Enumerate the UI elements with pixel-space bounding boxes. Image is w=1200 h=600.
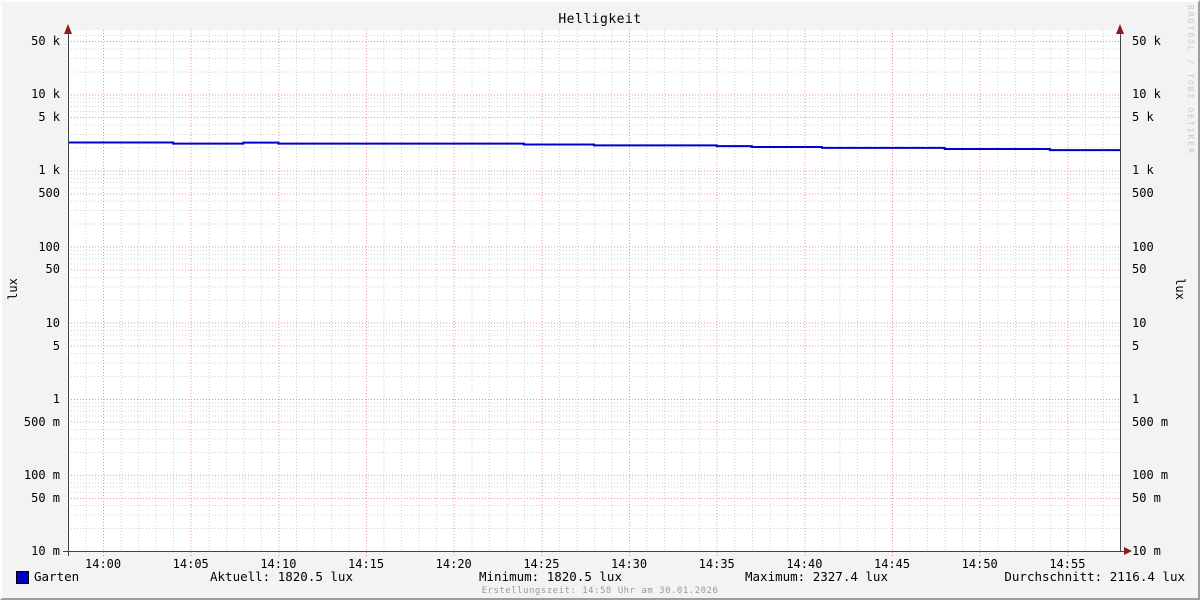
- y-tick-label: 1: [1132, 391, 1140, 406]
- rrdtool-graph: Helligkeit RRDTOOL / TOBI OETIKER 50 k 10…: [0, 0, 1200, 600]
- y-tick-label: 5: [52, 338, 60, 353]
- y-tick-label: 500: [38, 186, 60, 201]
- y-tick-label: 50 m: [1132, 490, 1161, 505]
- series-color-swatch: [16, 571, 29, 584]
- x-tick-label: 14:35: [698, 557, 735, 571]
- x-tick-label: 14:50: [961, 557, 998, 571]
- y-tick-label: 500 m: [1132, 414, 1169, 429]
- x-tick-label: 14:00: [85, 557, 122, 571]
- stat-minimum: Minimum: 1820.5 lux: [479, 569, 622, 584]
- y-tick-label: 500 m: [23, 414, 60, 429]
- x-tick-label: 14:20: [435, 557, 472, 571]
- stat-durchschnitt: Durchschnitt: 2116.4 lux: [1004, 569, 1185, 584]
- y-tick-label: 1: [52, 391, 60, 406]
- creation-timestamp: Erstellungszeit: 14:58 Uhr am 30.01.2026: [481, 586, 719, 596]
- y-tick-label: 1 k: [1132, 163, 1154, 178]
- y-axis-unit-left: lux: [6, 278, 20, 300]
- y-tick-label: 100: [38, 239, 60, 254]
- y-tick-label: 1 k: [38, 163, 60, 178]
- stat-maximum: Maximum: 2327.4 lux: [745, 569, 888, 584]
- y-tick-label: 50 k: [1132, 34, 1161, 49]
- series-label: Garten: [34, 569, 80, 584]
- y-tick-label: 10 m: [31, 544, 60, 558]
- chart-canvas: [63, 24, 1132, 556]
- y-tick-label: 5 k: [38, 110, 60, 125]
- y-tick-label: 10: [1132, 315, 1147, 330]
- y-tick-label: 5 k: [1132, 110, 1154, 125]
- y-axis-unit-right: lux: [1173, 278, 1187, 300]
- y-tick-label: 100: [1132, 239, 1154, 254]
- y-tick-label: 50 k: [31, 34, 60, 49]
- y-tick-label: 100 m: [23, 467, 60, 482]
- x-tick-label: 14:05: [172, 557, 209, 571]
- y-tick-label: 10 m: [1132, 544, 1161, 558]
- y-tick-label: 10: [45, 315, 60, 330]
- y-tick-label: 500: [1132, 186, 1154, 201]
- y-tick-label: 10 k: [31, 87, 60, 102]
- y-tick-label: 100 m: [1132, 467, 1169, 482]
- y-tick-label: 50 m: [31, 490, 60, 505]
- stat-aktuell: Aktuell: 1820.5 lux: [210, 569, 353, 584]
- y-tick-label: 10 k: [1132, 87, 1161, 102]
- y-tick-label: 5: [1132, 338, 1140, 353]
